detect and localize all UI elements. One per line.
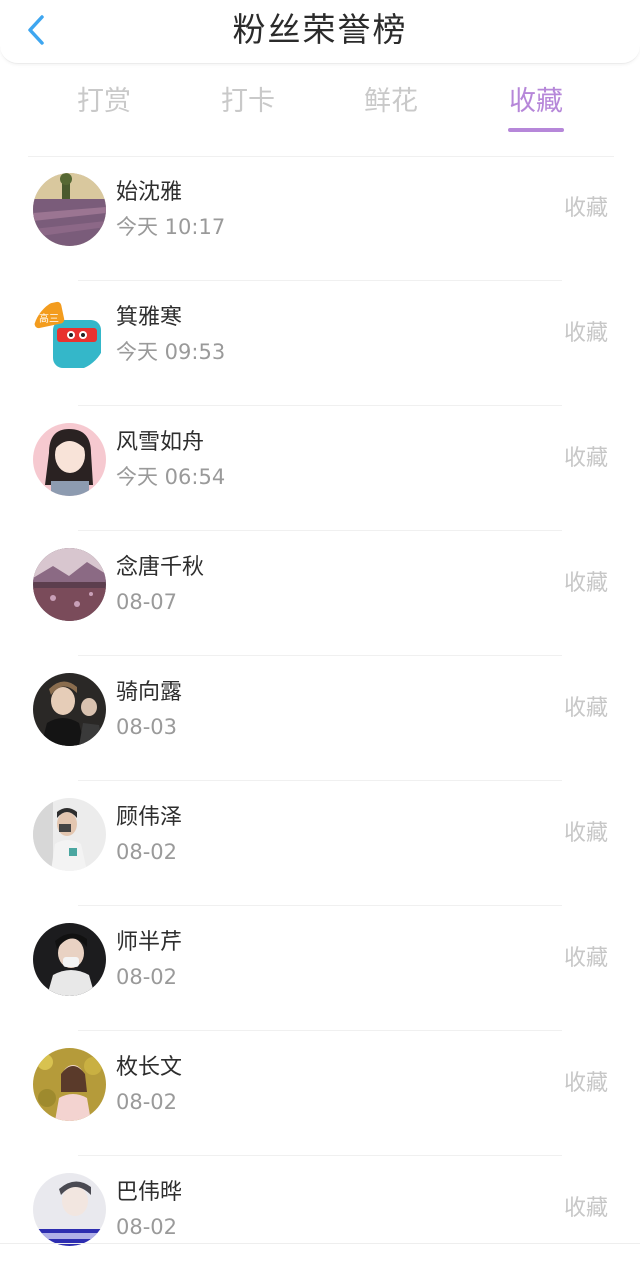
svg-text:高三: 高三	[39, 312, 59, 325]
action-label: 收藏	[563, 1071, 608, 1096]
fan-name: 枚长文	[116, 1055, 183, 1080]
fan-name: 风雪如舟	[116, 430, 205, 455]
fan-name: 箕雅寒	[116, 305, 183, 330]
list-item[interactable]: 骑向露 08-03 收藏	[0, 656, 640, 781]
list-item[interactable]: 师半芹 08-02 收藏	[0, 906, 640, 1031]
fan-time: 今天 10:17	[116, 215, 226, 239]
fan-time: 今天 09:53	[116, 340, 226, 364]
avatar[interactable]	[33, 173, 106, 246]
action-label: 收藏	[563, 321, 608, 346]
fan-time: 08-02	[116, 965, 178, 989]
fan-name: 念唐千秋	[116, 555, 205, 580]
fan-time: 08-02	[116, 1090, 178, 1114]
list-item[interactable]: 枚长文 08-02 收藏	[0, 1031, 640, 1156]
fan-name: 顾伟泽	[116, 805, 183, 830]
action-label: 收藏	[563, 196, 608, 221]
fan-name: 师半芹	[116, 930, 183, 955]
list-item[interactable]: 念唐千秋 08-07 收藏	[0, 531, 640, 656]
action-label: 收藏	[563, 571, 608, 596]
avatar[interactable]	[33, 1048, 106, 1121]
fan-time: 08-03	[116, 715, 178, 739]
avatar[interactable]	[33, 548, 106, 621]
bottom-divider	[0, 1243, 640, 1244]
avatar[interactable]: 高三	[33, 298, 106, 371]
list-item[interactable]: 始沈雅 今天 10:17 收藏	[0, 156, 640, 281]
tab-bar: 打赏 打卡 鲜花 收藏	[0, 80, 640, 140]
active-tab-indicator	[508, 128, 564, 132]
tab-favorites[interactable]: 收藏	[476, 80, 596, 132]
avatar[interactable]	[33, 673, 106, 746]
top-bar: 粉丝荣誉榜	[0, 0, 640, 64]
list-item[interactable]: 巴伟晔 08-02 收藏	[0, 1156, 640, 1281]
fan-time: 08-02	[116, 840, 178, 864]
list-item[interactable]: 风雪如舟 今天 06:54 收藏	[0, 406, 640, 531]
tab-checkin[interactable]: 打卡	[188, 80, 308, 124]
fan-time: 08-07	[116, 590, 178, 614]
fan-name: 巴伟晔	[116, 1180, 183, 1205]
avatar[interactable]	[33, 423, 106, 496]
action-label: 收藏	[563, 821, 608, 846]
tab-flowers[interactable]: 鲜花	[331, 80, 451, 124]
fan-time: 今天 06:54	[116, 465, 226, 489]
fan-time: 08-02	[116, 1215, 178, 1239]
list-item[interactable]: 顾伟泽 08-02 收藏	[0, 781, 640, 906]
action-label: 收藏	[563, 946, 608, 971]
action-label: 收藏	[563, 446, 608, 471]
action-label: 收藏	[563, 696, 608, 721]
tab-favorites-label: 收藏	[509, 86, 563, 117]
tab-reward[interactable]: 打赏	[44, 80, 164, 124]
fan-name: 骑向露	[116, 680, 183, 705]
fan-name: 始沈雅	[116, 180, 183, 205]
list-item[interactable]: 高三 箕雅寒 今天 09:53 收藏	[0, 281, 640, 406]
avatar[interactable]	[33, 1173, 106, 1246]
avatar[interactable]	[33, 798, 106, 871]
action-label: 收藏	[563, 1196, 608, 1221]
page-title: 粉丝荣誉榜	[232, 10, 408, 49]
fan-list: 始沈雅 今天 10:17 收藏 高三 箕雅寒 今天 09:53 收藏 风雪如舟 …	[0, 156, 640, 1281]
avatar[interactable]	[33, 923, 106, 996]
